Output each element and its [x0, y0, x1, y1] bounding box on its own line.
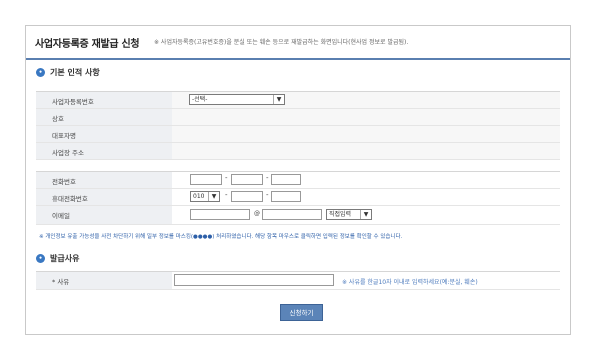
email-id-input[interactable]: [190, 209, 250, 220]
title-note: ※ 사업자등록증(고유번호증)을 분실 또는 훼손 등으로 재발급하는 화면입니…: [154, 39, 409, 46]
reason-hint: ※ 사유를 한글10자 이내로 입력하세요(예:분실, 훼손): [342, 279, 478, 286]
phone-part3-input[interactable]: [271, 174, 301, 185]
chevron-down-icon: ▼: [273, 95, 284, 104]
phone-part2-input[interactable]: [231, 174, 263, 185]
contact-table: 전화번호 - - 휴대전화번호 010 ▼ - - 이메일 @ 직접입력 ▼: [36, 171, 560, 225]
section-bullet-icon: •: [36, 254, 45, 263]
reason-input[interactable]: [174, 274, 334, 286]
page-title: 사업자등록증 재발급 신청: [35, 39, 140, 50]
phone-part1-input[interactable]: [190, 174, 222, 185]
basic-info-heading: • 기본 인적 사항: [36, 67, 100, 78]
issuance-table: * 사유 ※ 사유를 한글10자 이내로 입력하세요(예:분실, 훼손): [36, 271, 560, 290]
row-address: 사업장 주소: [36, 143, 560, 160]
basic-info-table: 사업자등록번호 -선택- ▼ 상호 대표자명 사업장 주소: [36, 91, 560, 160]
issuance-heading: • 발급사유: [36, 253, 79, 264]
privacy-note: ※ 개인정보 유출 가능성을 사전 차단하기 위해 일부 정보를 마스킹(●●●…: [39, 234, 403, 240]
row-phone: 전화번호 - -: [36, 172, 560, 189]
section-bullet-icon: •: [36, 68, 45, 77]
mobile-prefix-select[interactable]: 010 ▼: [190, 191, 220, 202]
business-number-select[interactable]: -선택- ▼: [189, 94, 285, 105]
row-company-name: 상호: [36, 109, 560, 126]
mobile-part2-input[interactable]: [231, 191, 263, 202]
title-bar: 사업자등록증 재발급 신청 ※ 사업자등록증(고유번호증)을 분실 또는 훼손 …: [26, 26, 570, 60]
row-mobile: 휴대전화번호 010 ▼ - -: [36, 189, 560, 206]
row-business-number: 사업자등록번호 -선택- ▼: [36, 92, 560, 109]
row-email: 이메일 @ 직접입력 ▼: [36, 206, 560, 225]
row-reason: * 사유 ※ 사유를 한글10자 이내로 입력하세요(예:분실, 훼손): [36, 272, 560, 290]
email-domain-select[interactable]: 직접입력 ▼: [326, 209, 372, 220]
mobile-part3-input[interactable]: [271, 191, 301, 202]
chevron-down-icon: ▼: [208, 192, 219, 201]
reissue-form-panel: 사업자등록증 재발급 신청 ※ 사업자등록증(고유번호증)을 분실 또는 훼손 …: [25, 25, 571, 335]
submit-button[interactable]: 신청하기: [280, 304, 323, 321]
chevron-down-icon: ▼: [360, 210, 371, 219]
row-representative: 대표자명: [36, 126, 560, 143]
email-domain-input[interactable]: [262, 209, 322, 220]
